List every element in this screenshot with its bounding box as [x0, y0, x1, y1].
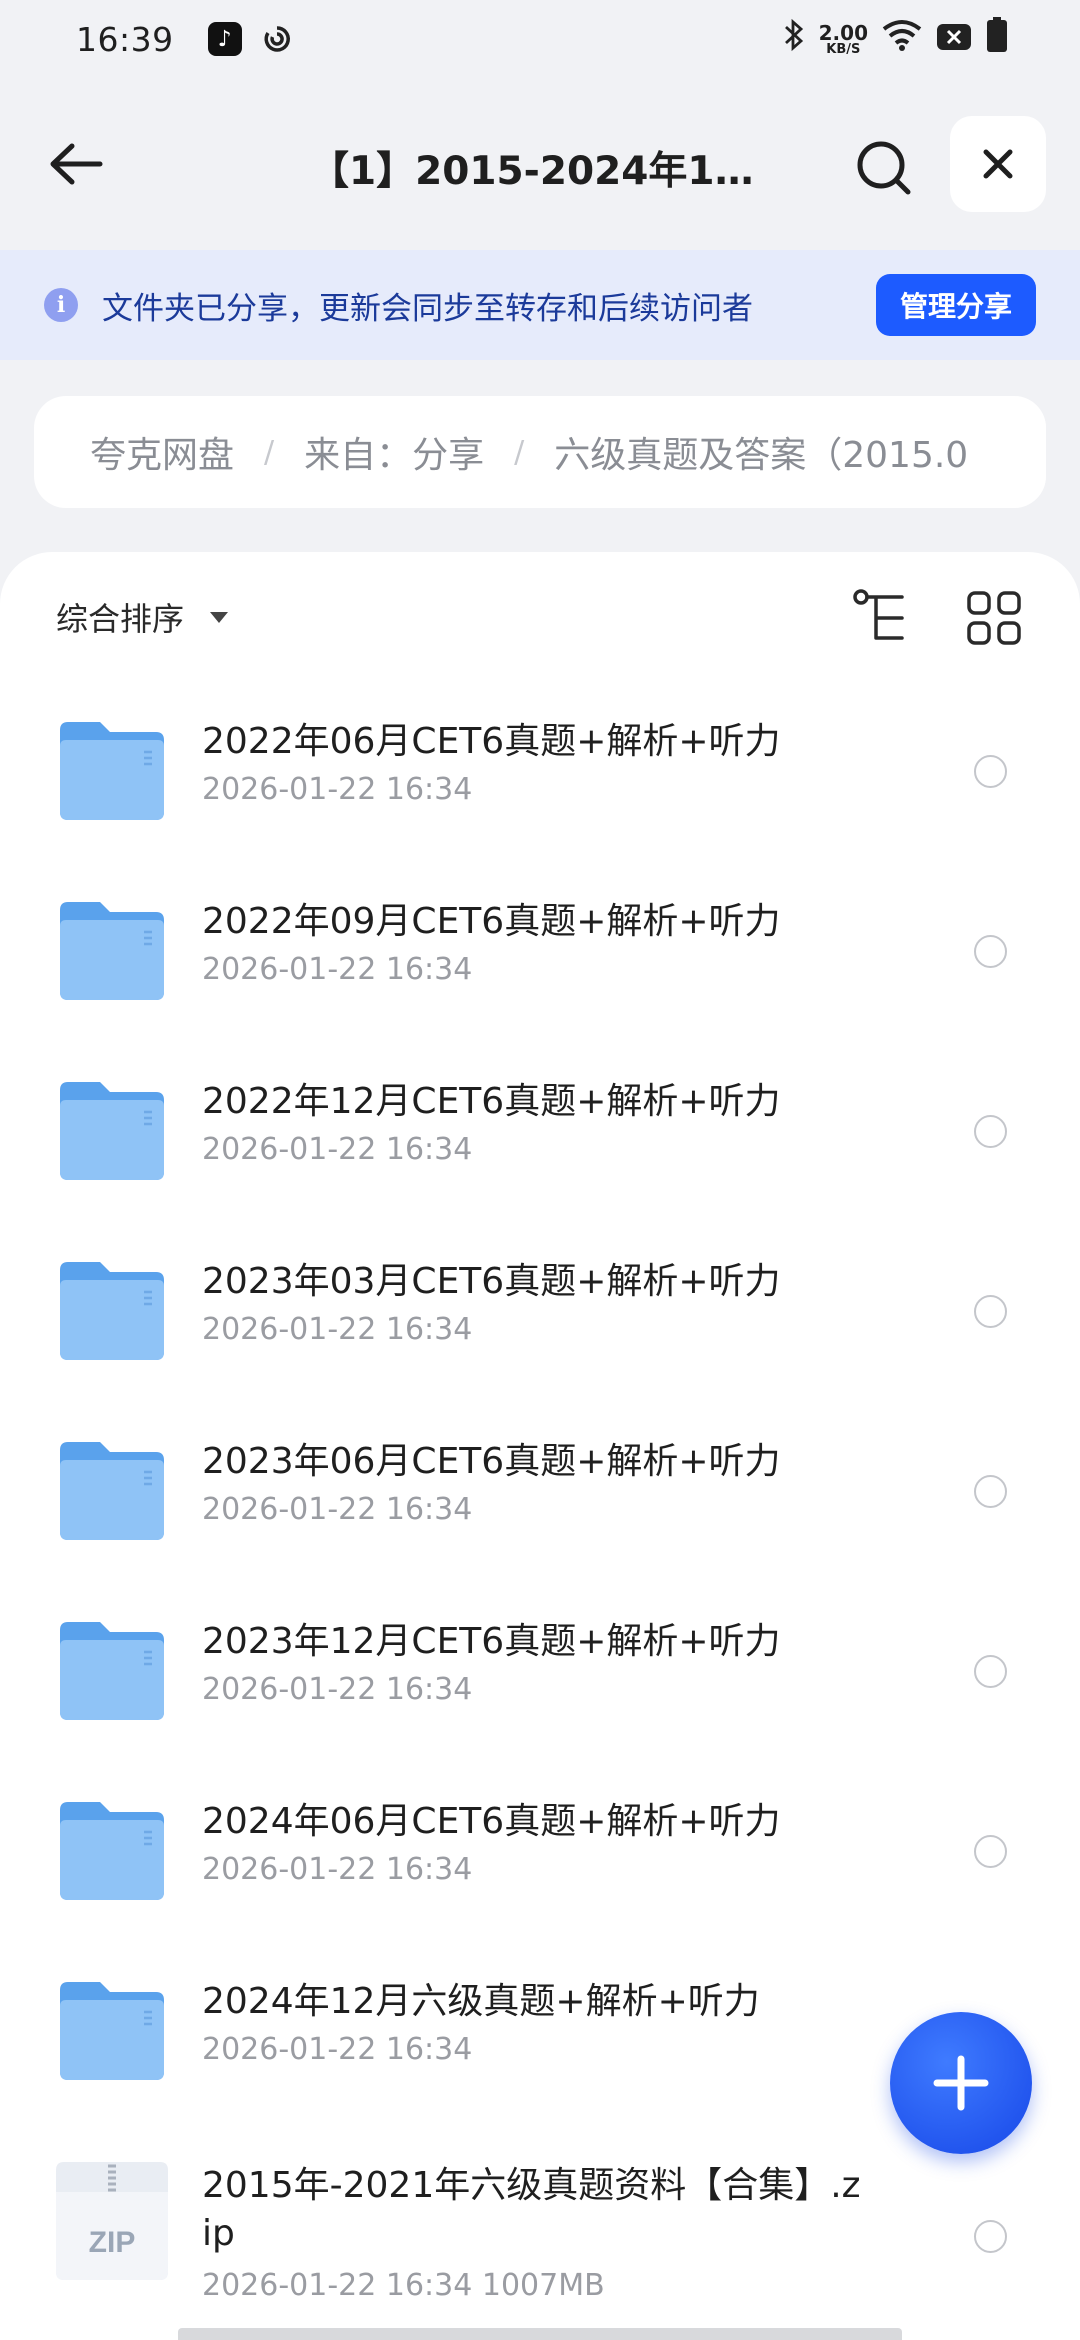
manage-share-button[interactable]: 管理分享 [876, 274, 1036, 336]
tree-view-button[interactable] [852, 588, 912, 648]
grid-view-icon [967, 591, 1021, 645]
select-radio[interactable] [974, 1115, 1007, 1148]
file-row[interactable]: ZIP 2015年-2021年六级真题资料【合集】.zip 2026-01-22… [0, 2142, 1080, 2340]
close-icon [983, 149, 1013, 179]
select-radio[interactable] [974, 935, 1007, 968]
sort-label: 综合排序 [56, 600, 185, 638]
status-app-icons: ♪ [207, 22, 294, 56]
folder-icon [60, 1982, 164, 2080]
share-notice-text: 文件夹已分享，更新会同步至转存和后续访问者 [102, 290, 753, 327]
file-meta: 2026-01-22 16:34 [202, 2032, 473, 2067]
select-radio[interactable] [974, 1475, 1007, 1508]
file-name: 2015年-2021年六级真题资料【合集】.zip [202, 2165, 861, 2254]
search-button[interactable] [852, 136, 916, 200]
select-radio[interactable] [974, 1835, 1007, 1868]
breadcrumb-item[interactable]: 六级真题及答案（2015.0 [554, 426, 968, 478]
folder-icon [60, 1442, 164, 1540]
breadcrumb-item[interactable]: 来自：分享 [304, 426, 484, 478]
file-name: 2022年06月CET6真题+解析+听力 [202, 721, 781, 762]
select-radio[interactable] [974, 755, 1007, 788]
info-icon: i [44, 288, 78, 322]
file-meta: 2026-01-22 16:34 [202, 1852, 473, 1887]
page-title: 【1】2015-2024年12… [310, 149, 780, 194]
folder-icon [60, 722, 164, 820]
file-name: 2023年12月CET6真题+解析+听力 [202, 1621, 781, 1662]
file-meta: 2026-01-22 16:34 [202, 1312, 473, 1347]
sync-app-icon [260, 22, 294, 56]
file-meta: 2026-01-22 16:34 [202, 772, 473, 807]
top-header: 【1】2015-2024年12… [0, 104, 1080, 224]
file-name: 2023年06月CET6真题+解析+听力 [202, 1441, 781, 1482]
folder-icon [60, 1622, 164, 1720]
tree-structure-icon [853, 589, 904, 640]
file-row[interactable]: 2023年03月CET6真题+解析+听力 2026-01-22 16:34 [0, 1222, 1080, 1402]
add-fab-button[interactable] [890, 2012, 1032, 2154]
plus-icon [933, 2055, 989, 2111]
sort-dropdown[interactable]: 综合排序 [56, 594, 229, 640]
folder-icon [60, 1802, 164, 1900]
network-speed-value: 2.00 [818, 20, 868, 45]
file-name: 2024年12月六级真题+解析+听力 [202, 1981, 760, 2022]
network-speed: 2.00 KB/S [819, 23, 868, 56]
bluetooth-icon [783, 18, 805, 60]
breadcrumb-separator: / [514, 434, 525, 470]
file-row[interactable]: 2023年12月CET6真题+解析+听力 2026-01-22 16:34 [0, 1582, 1080, 1762]
file-name: 2023年03月CET6真题+解析+听力 [202, 1261, 781, 1302]
status-right-group: 2.00 KB/S [783, 17, 1008, 61]
breadcrumb-separator: / [264, 434, 275, 470]
file-row[interactable]: 2022年12月CET6真题+解析+听力 2026-01-22 16:34 [0, 1042, 1080, 1222]
file-meta: 2026-01-22 16:34 [202, 1672, 473, 1707]
back-button[interactable] [44, 132, 108, 196]
signal-off-icon [936, 20, 972, 59]
file-row[interactable]: 2024年06月CET6真题+解析+听力 2026-01-22 16:34 [0, 1762, 1080, 1942]
tiktok-app-icon: ♪ [207, 22, 242, 56]
zip-icon-label: ZIP [89, 2226, 136, 2259]
status-time: 16:39 [76, 19, 174, 59]
file-meta: 2026-01-22 16:34 [202, 1132, 473, 1167]
file-name: 2022年12月CET6真题+解析+听力 [202, 1081, 781, 1122]
folder-icon [60, 1082, 164, 1180]
file-row[interactable]: 2022年09月CET6真题+解析+听力 2026-01-22 16:34 [0, 862, 1080, 1042]
select-radio[interactable] [974, 1295, 1007, 1328]
search-icon [857, 141, 911, 195]
zip-file-icon: ZIP [56, 2162, 168, 2280]
breadcrumb-item[interactable]: 夸克网盘 [90, 426, 234, 478]
select-radio[interactable] [974, 2220, 1007, 2253]
folder-icon [60, 902, 164, 1000]
file-meta: 2026-01-22 16:34 [202, 952, 473, 987]
wifi-icon [882, 19, 922, 59]
close-button[interactable] [950, 116, 1046, 212]
breadcrumb: 夸克网盘 / 来自：分享 / 六级真题及答案（2015.0 [34, 396, 1046, 508]
file-row[interactable]: 2022年06月CET6真题+解析+听力 2026-01-22 16:34 [0, 682, 1080, 862]
battery-icon [986, 17, 1008, 61]
share-notice-banner: i 文件夹已分享，更新会同步至转存和后续访问者 管理分享 [0, 250, 1080, 360]
arrow-left-icon [50, 143, 103, 185]
caret-down-icon [210, 611, 229, 623]
grid-view-button[interactable] [966, 590, 1022, 646]
file-name: 2024年06月CET6真题+解析+听力 [202, 1801, 781, 1842]
file-name: 2022年09月CET6真题+解析+听力 [202, 901, 781, 942]
file-meta: 2026-01-22 16:34 [202, 1492, 473, 1527]
file-row[interactable]: 2023年06月CET6真题+解析+听力 2026-01-22 16:34 [0, 1402, 1080, 1582]
folder-icon [60, 1262, 164, 1360]
select-radio[interactable] [974, 1655, 1007, 1688]
network-speed-unit: KB/S [826, 41, 861, 57]
status-bar: 16:39 ♪ 2.00 KB/S [0, 0, 1080, 78]
file-meta: 2026-01-22 16:34 1007MB [202, 2268, 605, 2303]
bottom-action-bar-edge [178, 2328, 902, 2340]
